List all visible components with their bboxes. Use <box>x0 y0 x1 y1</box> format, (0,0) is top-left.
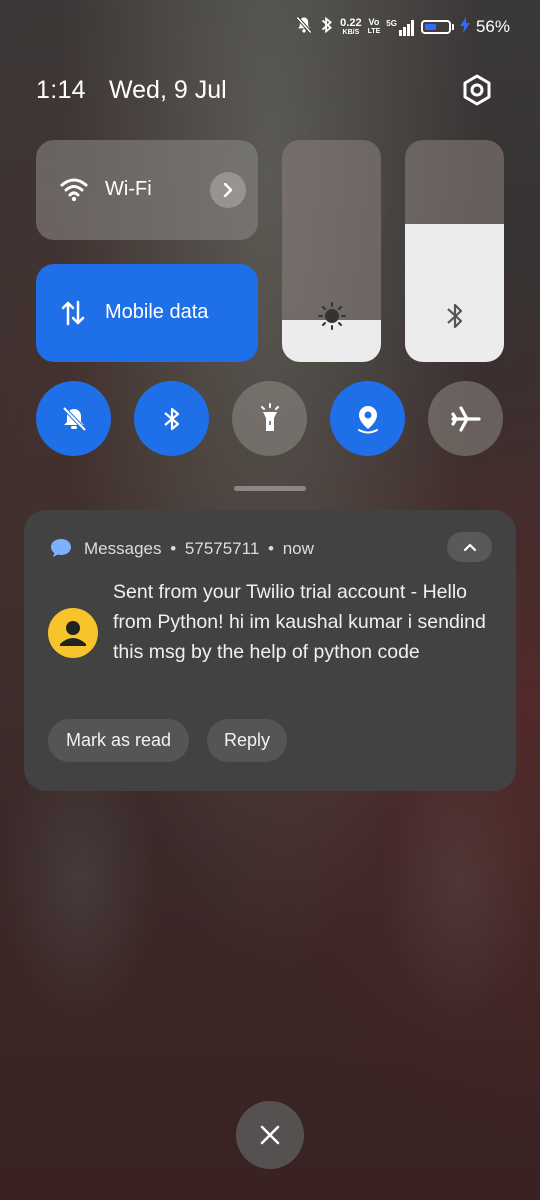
bluetooth-volume-fill <box>405 224 504 362</box>
notification-app-name: Messages <box>84 539 162 558</box>
wifi-details-button[interactable] <box>210 172 246 208</box>
date: Wed, 9 Jul <box>109 76 227 104</box>
battery-tip <box>451 24 454 30</box>
collapse-button[interactable] <box>447 532 492 562</box>
notification-header: Messages • 57575711 • now <box>84 539 314 559</box>
chevron-up-icon <box>463 543 476 552</box>
net-speed: 0.22 KB/S <box>340 16 362 37</box>
close-icon <box>260 1125 280 1145</box>
wifi-label: Wi-Fi <box>105 178 152 200</box>
mobile-data-icon <box>60 300 86 331</box>
reply-button[interactable]: Reply <box>207 719 287 762</box>
signal-icon <box>398 19 414 36</box>
bluetooth-volume-slider[interactable] <box>405 140 504 362</box>
status-bar: 0.22 KB/S Vo LTE 5G 56% <box>294 12 510 42</box>
bluetooth-status-icon <box>320 15 334 40</box>
mobile-data-tile[interactable]: Mobile data <box>36 264 258 362</box>
header-separator: • <box>170 539 177 558</box>
notification-message: Sent from your Twilio trial account - He… <box>113 581 486 663</box>
clock: 1:14 <box>36 76 86 104</box>
location-icon <box>357 405 378 433</box>
panel-drag-handle[interactable] <box>234 486 306 491</box>
location-toggle[interactable] <box>330 381 405 456</box>
net-speed-unit: KB/S <box>342 28 360 36</box>
volte-indicator: Vo LTE <box>368 18 381 36</box>
charging-icon <box>459 16 470 38</box>
avatar <box>48 608 98 658</box>
header-separator: • <box>268 539 274 558</box>
network-type: 5G <box>386 18 397 28</box>
airplane-icon <box>450 405 481 432</box>
notification-card[interactable]: Messages • 57575711 • now Sent from your… <box>24 510 516 791</box>
notification-time: now <box>282 539 314 558</box>
bell-off-icon <box>62 406 86 431</box>
flashlight-toggle[interactable] <box>232 381 307 456</box>
messages-app-icon <box>50 538 72 563</box>
bluetooth-slider-icon <box>445 301 465 336</box>
net-speed-value: 0.22 <box>340 16 362 29</box>
person-icon <box>60 621 86 646</box>
flashlight-icon <box>260 402 279 431</box>
volte-bottom: LTE <box>367 28 381 35</box>
mobile-data-label: Mobile data <box>105 301 209 323</box>
settings-button[interactable] <box>458 71 496 109</box>
wifi-icon <box>60 176 88 207</box>
airplane-mode-toggle[interactable] <box>428 381 503 456</box>
battery-percent: 56% <box>475 17 510 36</box>
volte-top: Vo <box>368 17 380 27</box>
bluetooth-icon <box>163 407 179 430</box>
wifi-tile[interactable]: Wi-Fi <box>36 140 258 240</box>
chevron-right-icon <box>223 183 233 197</box>
mark-as-read-button[interactable]: Mark as read <box>48 719 189 762</box>
brightness-slider[interactable] <box>282 140 381 362</box>
mute-icon <box>294 15 314 40</box>
bluetooth-toggle[interactable] <box>134 381 209 456</box>
battery-icon <box>420 20 451 34</box>
signal-indicator: 5G <box>386 19 415 36</box>
gear-icon <box>463 74 491 106</box>
dismiss-all-button[interactable] <box>236 1101 304 1169</box>
sun-icon <box>317 301 347 336</box>
notification-sender: 57575711 <box>184 539 260 558</box>
silent-toggle[interactable] <box>36 381 111 456</box>
